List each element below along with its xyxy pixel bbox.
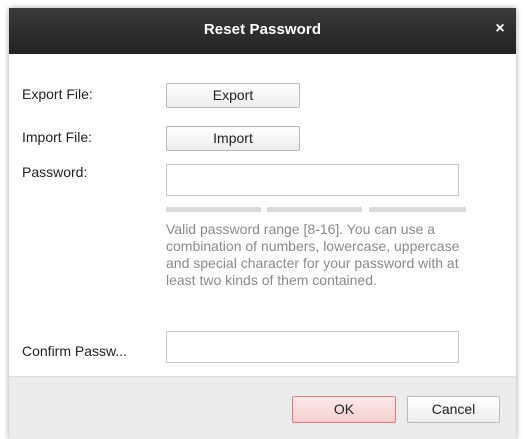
strength-bar-medium xyxy=(267,207,362,212)
export-button[interactable]: Export xyxy=(166,83,300,108)
dialog-titlebar: Reset Password × xyxy=(9,8,516,54)
dialog-title: Reset Password xyxy=(203,21,322,38)
confirm-password-label: Confirm Passw... xyxy=(22,343,128,359)
password-input[interactable] xyxy=(166,164,459,196)
ok-button[interactable]: OK xyxy=(292,396,396,423)
password-label: Password: xyxy=(22,164,88,180)
strength-bar-strong xyxy=(369,207,466,212)
close-icon[interactable]: × xyxy=(492,21,508,37)
export-file-label: Export File: xyxy=(22,86,93,102)
password-hint: Valid password range [8-16]. You can use… xyxy=(166,221,460,288)
strength-bar-weak xyxy=(166,207,261,212)
import-file-label: Import File: xyxy=(22,129,93,145)
cancel-button[interactable]: Cancel xyxy=(407,396,500,423)
dialog-body: Export File: Export Import File: Import … xyxy=(9,54,516,376)
import-button[interactable]: Import xyxy=(166,126,300,151)
dialog-footer: OK Cancel xyxy=(9,376,516,439)
confirm-password-input[interactable] xyxy=(166,331,459,363)
reset-password-dialog: Reset Password × Export File: Export Imp… xyxy=(9,8,516,439)
